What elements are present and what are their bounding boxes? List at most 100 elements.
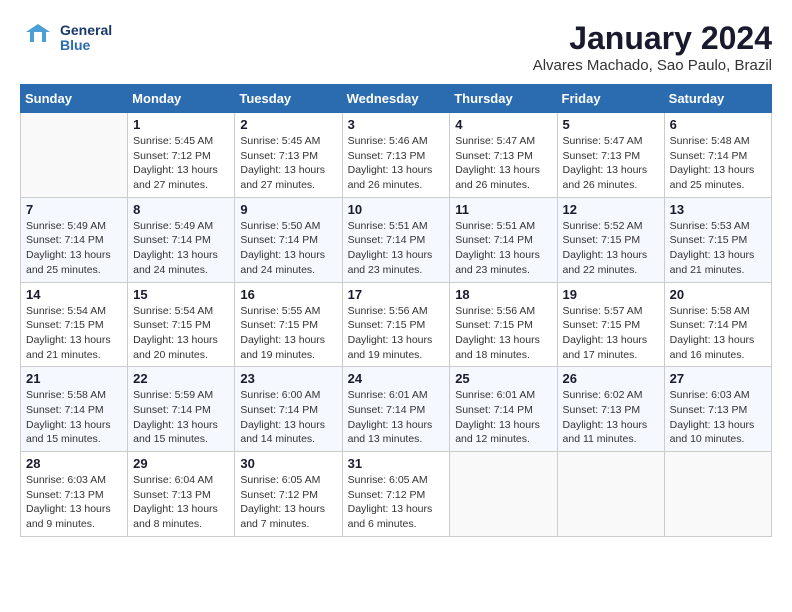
calendar-cell: 9 Sunrise: 5:50 AM Sunset: 7:14 PM Dayli… (235, 197, 342, 282)
daylight-text: Daylight: 13 hours and 8 minutes. (133, 503, 218, 530)
sunset-text: Sunset: 7:14 PM (670, 319, 748, 331)
calendar-week-row: 14 Sunrise: 5:54 AM Sunset: 7:15 PM Dayl… (21, 282, 772, 367)
daylight-text: Daylight: 13 hours and 21 minutes. (26, 334, 111, 361)
day-info: Sunrise: 5:53 AM Sunset: 7:15 PM Dayligh… (670, 219, 766, 278)
calendar-cell: 10 Sunrise: 5:51 AM Sunset: 7:14 PM Dayl… (342, 197, 450, 282)
calendar-cell: 27 Sunrise: 6:03 AM Sunset: 7:13 PM Dayl… (664, 367, 771, 452)
day-info: Sunrise: 6:03 AM Sunset: 7:13 PM Dayligh… (670, 388, 766, 447)
day-number: 18 (455, 287, 551, 302)
daylight-text: Daylight: 13 hours and 14 minutes. (240, 419, 325, 446)
day-number: 17 (348, 287, 445, 302)
day-info: Sunrise: 5:54 AM Sunset: 7:15 PM Dayligh… (133, 304, 229, 363)
daylight-text: Daylight: 13 hours and 15 minutes. (133, 419, 218, 446)
calendar-cell: 8 Sunrise: 5:49 AM Sunset: 7:14 PM Dayli… (128, 197, 235, 282)
sunrise-text: Sunrise: 5:54 AM (26, 305, 106, 317)
calendar-week-row: 28 Sunrise: 6:03 AM Sunset: 7:13 PM Dayl… (21, 452, 772, 537)
day-number: 6 (670, 117, 766, 132)
daylight-text: Daylight: 13 hours and 25 minutes. (670, 164, 755, 191)
day-info: Sunrise: 5:52 AM Sunset: 7:15 PM Dayligh… (563, 219, 659, 278)
sunset-text: Sunset: 7:14 PM (455, 404, 533, 416)
sunset-text: Sunset: 7:14 PM (240, 234, 318, 246)
daylight-text: Daylight: 13 hours and 23 minutes. (348, 249, 433, 276)
day-info: Sunrise: 6:03 AM Sunset: 7:13 PM Dayligh… (26, 473, 122, 532)
sunset-text: Sunset: 7:13 PM (26, 489, 104, 501)
calendar-cell: 30 Sunrise: 6:05 AM Sunset: 7:12 PM Dayl… (235, 452, 342, 537)
logo-text-blue: Blue (60, 38, 112, 53)
daylight-text: Daylight: 13 hours and 22 minutes. (563, 249, 648, 276)
day-info: Sunrise: 6:00 AM Sunset: 7:14 PM Dayligh… (240, 388, 336, 447)
day-number: 29 (133, 456, 229, 471)
sunset-text: Sunset: 7:14 PM (240, 404, 318, 416)
calendar-cell: 2 Sunrise: 5:45 AM Sunset: 7:13 PM Dayli… (235, 113, 342, 198)
sunset-text: Sunset: 7:12 PM (240, 489, 318, 501)
calendar-cell (450, 452, 557, 537)
logo: General Blue (20, 20, 112, 56)
day-number: 7 (26, 202, 122, 217)
daylight-text: Daylight: 13 hours and 19 minutes. (240, 334, 325, 361)
day-info: Sunrise: 6:05 AM Sunset: 7:12 PM Dayligh… (240, 473, 336, 532)
day-number: 25 (455, 371, 551, 386)
sunrise-text: Sunrise: 5:56 AM (348, 305, 428, 317)
day-info: Sunrise: 5:56 AM Sunset: 7:15 PM Dayligh… (455, 304, 551, 363)
sunrise-text: Sunrise: 5:47 AM (455, 135, 535, 147)
day-number: 24 (348, 371, 445, 386)
day-info: Sunrise: 5:49 AM Sunset: 7:14 PM Dayligh… (133, 219, 229, 278)
daylight-text: Daylight: 13 hours and 16 minutes. (670, 334, 755, 361)
sunset-text: Sunset: 7:15 PM (455, 319, 533, 331)
day-number: 22 (133, 371, 229, 386)
day-info: Sunrise: 6:05 AM Sunset: 7:12 PM Dayligh… (348, 473, 445, 532)
day-number: 2 (240, 117, 336, 132)
sunset-text: Sunset: 7:12 PM (133, 150, 211, 162)
day-info: Sunrise: 5:47 AM Sunset: 7:13 PM Dayligh… (455, 134, 551, 193)
title-area: January 2024 Alvares Machado, Sao Paulo,… (533, 20, 772, 74)
sunset-text: Sunset: 7:15 PM (240, 319, 318, 331)
daylight-text: Daylight: 13 hours and 26 minutes. (455, 164, 540, 191)
sunrise-text: Sunrise: 6:02 AM (563, 389, 643, 401)
daylight-text: Daylight: 13 hours and 26 minutes. (348, 164, 433, 191)
day-info: Sunrise: 5:46 AM Sunset: 7:13 PM Dayligh… (348, 134, 445, 193)
calendar-cell: 22 Sunrise: 5:59 AM Sunset: 7:14 PM Dayl… (128, 367, 235, 452)
day-number: 9 (240, 202, 336, 217)
calendar-cell: 4 Sunrise: 5:47 AM Sunset: 7:13 PM Dayli… (450, 113, 557, 198)
day-info: Sunrise: 5:54 AM Sunset: 7:15 PM Dayligh… (26, 304, 122, 363)
weekday-header-row: SundayMondayTuesdayWednesdayThursdayFrid… (21, 85, 772, 113)
daylight-text: Daylight: 13 hours and 17 minutes. (563, 334, 648, 361)
day-number: 15 (133, 287, 229, 302)
logo-text-general: General (60, 23, 112, 38)
sunset-text: Sunset: 7:13 PM (670, 404, 748, 416)
daylight-text: Daylight: 13 hours and 26 minutes. (563, 164, 648, 191)
day-info: Sunrise: 5:50 AM Sunset: 7:14 PM Dayligh… (240, 219, 336, 278)
day-info: Sunrise: 6:04 AM Sunset: 7:13 PM Dayligh… (133, 473, 229, 532)
daylight-text: Daylight: 13 hours and 27 minutes. (133, 164, 218, 191)
day-info: Sunrise: 5:56 AM Sunset: 7:15 PM Dayligh… (348, 304, 445, 363)
calendar-cell: 19 Sunrise: 5:57 AM Sunset: 7:15 PM Dayl… (557, 282, 664, 367)
day-info: Sunrise: 5:58 AM Sunset: 7:14 PM Dayligh… (26, 388, 122, 447)
day-number: 27 (670, 371, 766, 386)
calendar-cell: 25 Sunrise: 6:01 AM Sunset: 7:14 PM Dayl… (450, 367, 557, 452)
sunrise-text: Sunrise: 5:50 AM (240, 220, 320, 232)
sunset-text: Sunset: 7:15 PM (26, 319, 104, 331)
calendar-cell: 29 Sunrise: 6:04 AM Sunset: 7:13 PM Dayl… (128, 452, 235, 537)
sunset-text: Sunset: 7:15 PM (563, 319, 641, 331)
sunset-text: Sunset: 7:15 PM (670, 234, 748, 246)
logo-svg (20, 20, 56, 56)
daylight-text: Daylight: 13 hours and 12 minutes. (455, 419, 540, 446)
calendar-week-row: 7 Sunrise: 5:49 AM Sunset: 7:14 PM Dayli… (21, 197, 772, 282)
daylight-text: Daylight: 13 hours and 24 minutes. (133, 249, 218, 276)
day-info: Sunrise: 6:02 AM Sunset: 7:13 PM Dayligh… (563, 388, 659, 447)
sunrise-text: Sunrise: 5:52 AM (563, 220, 643, 232)
day-info: Sunrise: 5:49 AM Sunset: 7:14 PM Dayligh… (26, 219, 122, 278)
sunset-text: Sunset: 7:15 PM (133, 319, 211, 331)
calendar-cell: 23 Sunrise: 6:00 AM Sunset: 7:14 PM Dayl… (235, 367, 342, 452)
day-number: 21 (26, 371, 122, 386)
sunrise-text: Sunrise: 6:04 AM (133, 474, 213, 486)
header: General Blue January 2024 Alvares Machad… (20, 20, 772, 74)
daylight-text: Daylight: 13 hours and 6 minutes. (348, 503, 433, 530)
sunrise-text: Sunrise: 6:05 AM (348, 474, 428, 486)
daylight-text: Daylight: 13 hours and 21 minutes. (670, 249, 755, 276)
daylight-text: Daylight: 13 hours and 7 minutes. (240, 503, 325, 530)
day-info: Sunrise: 5:59 AM Sunset: 7:14 PM Dayligh… (133, 388, 229, 447)
calendar-cell: 3 Sunrise: 5:46 AM Sunset: 7:13 PM Dayli… (342, 113, 450, 198)
month-title: January 2024 (533, 20, 772, 57)
sunset-text: Sunset: 7:14 PM (455, 234, 533, 246)
